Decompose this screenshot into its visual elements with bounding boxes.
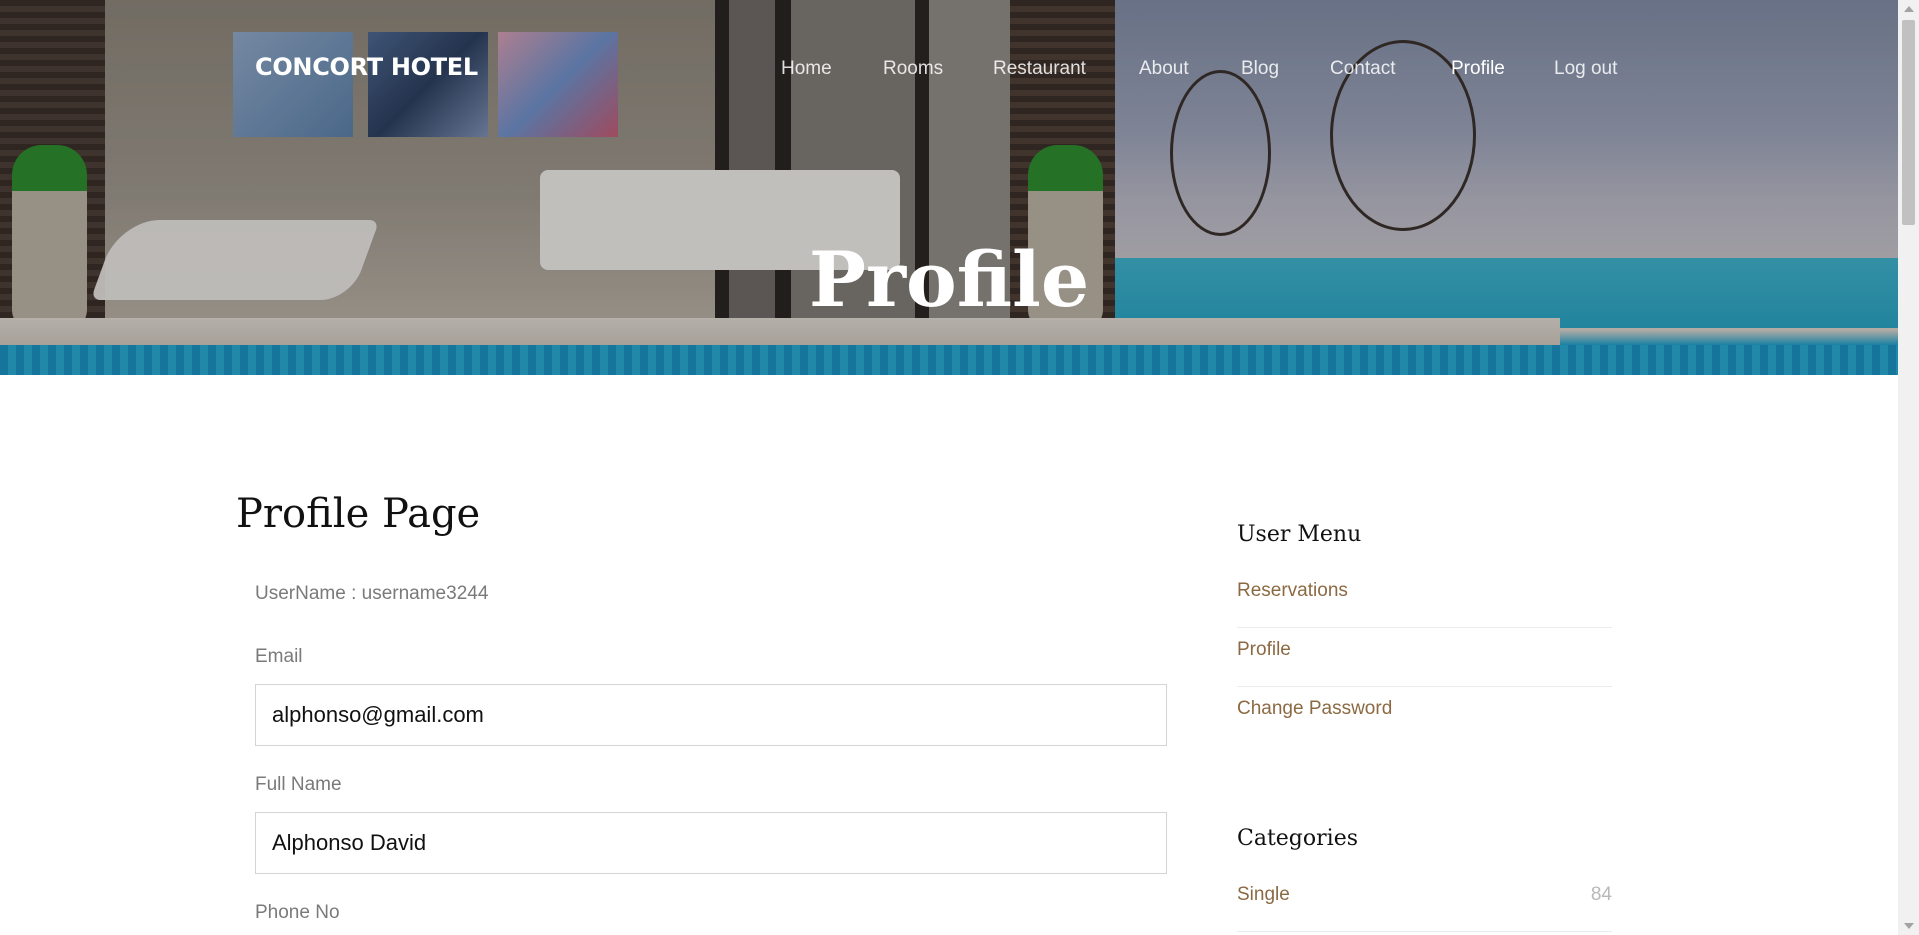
category-item-label[interactable]: Single xyxy=(1237,884,1290,906)
scroll-down-arrow-icon[interactable] xyxy=(1904,923,1914,929)
scrollbar-thumb[interactable] xyxy=(1902,20,1915,225)
nav-item-contact[interactable]: Contact xyxy=(1330,58,1395,80)
user-menu-item-profile[interactable]: Profile xyxy=(1237,629,1612,687)
nav-item-blog[interactable]: Blog xyxy=(1241,58,1279,80)
main-nav: Home Rooms Restaurant About Blog Contact… xyxy=(0,58,1898,82)
page-title: Profile Page xyxy=(236,491,481,537)
category-item-single[interactable]: Single 84 xyxy=(1237,874,1612,932)
nav-item-about[interactable]: About xyxy=(1139,58,1189,80)
email-field[interactable] xyxy=(255,684,1167,746)
page-scrollbar[interactable] xyxy=(1898,0,1919,935)
hero-title: Profile xyxy=(808,235,1090,324)
user-menu-item-change-password[interactable]: Change Password xyxy=(1237,688,1612,746)
phone-label: Phone No xyxy=(255,902,340,923)
category-item-count: 84 xyxy=(1590,884,1612,905)
nav-item-rooms[interactable]: Rooms xyxy=(883,58,943,80)
user-menu-item-label[interactable]: Profile xyxy=(1237,639,1291,661)
full-name-field[interactable] xyxy=(255,812,1167,874)
nav-item-logout[interactable]: Log out xyxy=(1554,58,1617,80)
nav-item-restaurant[interactable]: Restaurant xyxy=(993,58,1086,80)
email-label: Email xyxy=(255,646,303,667)
categories-heading: Categories xyxy=(1237,826,1358,851)
nav-item-profile[interactable]: Profile xyxy=(1451,58,1505,80)
user-menu-item-label[interactable]: Change Password xyxy=(1237,698,1392,720)
scroll-up-arrow-icon[interactable] xyxy=(1904,6,1914,12)
full-name-label: Full Name xyxy=(255,774,342,795)
hero-banner: CONCORT HOTEL Home Rooms Restaurant Abou… xyxy=(0,0,1898,375)
nav-item-home[interactable]: Home xyxy=(781,58,832,80)
user-menu-item-reservations[interactable]: Reservations xyxy=(1237,570,1612,628)
username-text: UserName : username3244 xyxy=(255,583,489,604)
user-menu-item-label[interactable]: Reservations xyxy=(1237,580,1348,602)
user-menu-heading: User Menu xyxy=(1237,522,1362,547)
